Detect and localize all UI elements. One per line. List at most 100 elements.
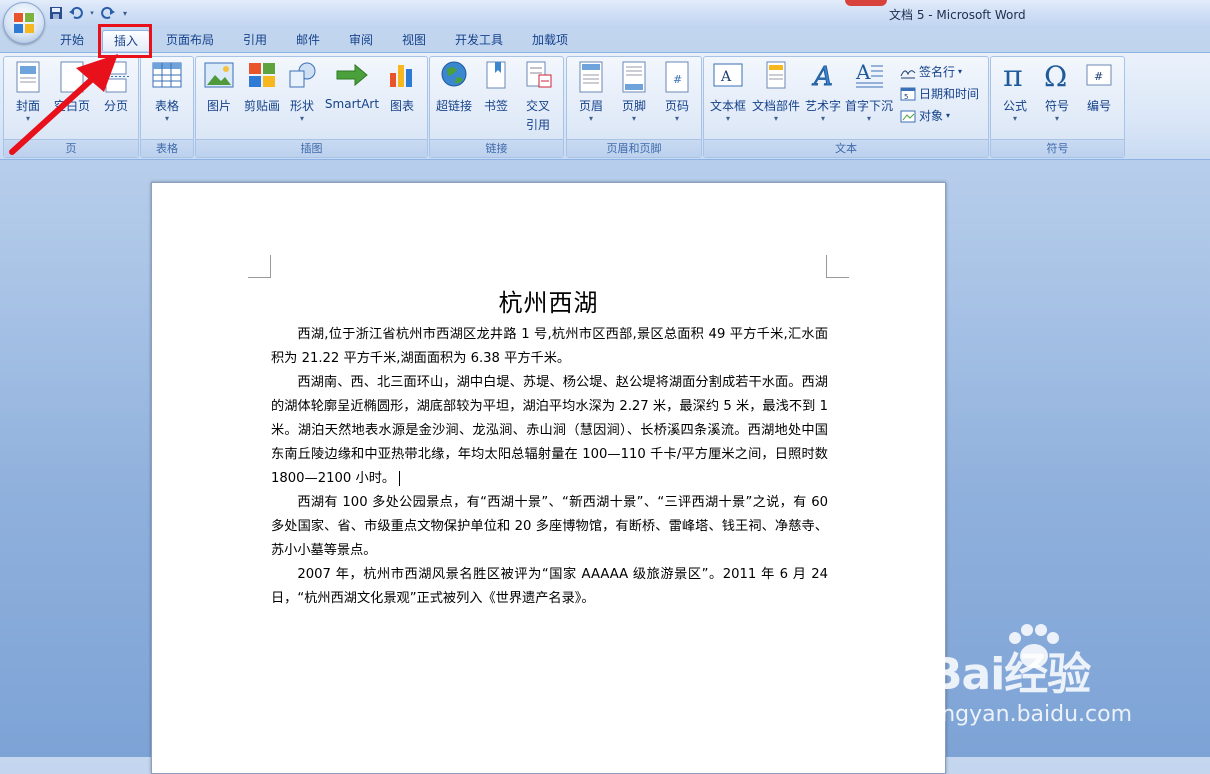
group-label-header-footer: 页眉和页脚: [567, 139, 701, 157]
dropdown-arrow-icon: ▾: [946, 111, 951, 120]
hyperlink-button[interactable]: 超链接: [434, 61, 474, 114]
svg-text:#: #: [1094, 70, 1103, 83]
paragraph[interactable]: 2007 年，杭州市西湖风景名胜区被评为“国家 AAAAA 级旅游景区”。201…: [271, 563, 828, 611]
page-number-icon: #: [665, 61, 689, 93]
date-time-button[interactable]: 5 日期和时间: [900, 85, 979, 102]
group-header-footer: 页眉 ▾ 页脚 ▾ # 页码 ▾ 页眉和页脚: [566, 56, 702, 158]
signature-line-button[interactable]: 签名行 ▾: [900, 63, 962, 80]
save-icon[interactable]: [48, 5, 64, 21]
numbering-icon: #: [1086, 64, 1112, 86]
wordart-button[interactable]: A 艺术字 ▾: [804, 61, 842, 124]
smartart-icon: [336, 63, 368, 87]
svg-text:A: A: [720, 69, 732, 85]
undo-dropdown-icon[interactable]: ▾: [88, 5, 96, 21]
numbering-button[interactable]: # 编号: [1079, 61, 1119, 114]
paragraph[interactable]: 西湖南、西、北三面环山，湖中白堤、苏堤、杨公堤、赵公堤将湖面分割成若干水面。西湖…: [271, 371, 828, 491]
drop-cap-button[interactable]: A 首字下沉 ▾: [844, 61, 894, 124]
dropdown-arrow-icon: ▾: [958, 67, 963, 76]
equation-button[interactable]: π 公式 ▾: [995, 61, 1035, 124]
wordart-icon: A: [812, 62, 834, 90]
pi-icon: π: [1003, 61, 1023, 89]
omega-icon: Ω: [1044, 61, 1067, 89]
page-number-button[interactable]: # 页码 ▾: [657, 61, 697, 124]
clip-art-button[interactable]: 剪贴画: [240, 61, 284, 114]
svg-text:π: π: [1003, 61, 1023, 89]
quick-parts-icon: [766, 61, 786, 89]
cross-reference-icon: [526, 61, 552, 88]
dropdown-arrow-icon: ▾: [164, 114, 169, 123]
margin-corner-mark: [826, 255, 849, 278]
undo-icon[interactable]: [68, 5, 84, 21]
group-label-symbols: 符号: [991, 139, 1124, 157]
paragraph[interactable]: 西湖,位于浙江省杭州市西湖区龙井路 1 号,杭州市区西部,景区总面积 49 平方…: [271, 323, 828, 371]
tab-page-layout[interactable]: 页面布局: [160, 30, 220, 50]
watermark-brand: Bai经验: [929, 649, 1091, 700]
paragraph[interactable]: 西湖有 100 多处公园景点，有“西湖十景”、“新西湖十景”、“三评西湖十景”之…: [271, 491, 828, 563]
group-illustrations: 图片 剪贴画 形状 ▾ SmartArt 图表 插图: [195, 56, 428, 158]
margin-corner-mark: [248, 255, 271, 278]
tab-addins[interactable]: 加载项: [525, 30, 575, 50]
hyperlink-globe-icon: [441, 61, 467, 87]
tab-developer[interactable]: 开发工具: [448, 30, 510, 50]
office-logo-icon: [14, 13, 34, 33]
text-cursor: [399, 470, 401, 486]
header-icon: [579, 61, 603, 93]
object-button[interactable]: 对象 ▾: [900, 107, 950, 124]
date-time-icon: 5: [900, 87, 916, 101]
text-box-button[interactable]: A 文本框 ▾: [708, 61, 748, 124]
dropdown-arrow-icon: ▾: [866, 114, 871, 123]
window-controls-hint[interactable]: [845, 0, 887, 6]
svg-text:A: A: [855, 61, 871, 84]
dropdown-arrow-icon: ▾: [674, 114, 679, 123]
dropdown-arrow-icon: ▾: [725, 114, 730, 123]
redo-icon[interactable]: [100, 5, 116, 21]
watermark-url: jingyan.baidu.com: [929, 702, 1133, 727]
window-title: 文档 5 - Microsoft Word: [889, 8, 1026, 22]
office-button[interactable]: [3, 2, 45, 44]
table-icon: [152, 62, 182, 88]
object-icon: [900, 110, 916, 122]
group-text: A 文本框 ▾ 文档部件 ▾ A 艺术字 ▾ A 首字下沉 ▾ 签名行 ▾ 5 …: [703, 56, 989, 158]
picture-icon: [204, 62, 234, 88]
clip-art-icon: [249, 63, 275, 87]
document-page[interactable]: 杭州西湖 西湖,位于浙江省杭州市西湖区龙井路 1 号,杭州市区西部,景区总面积 …: [151, 182, 946, 774]
text-box-icon: A: [713, 63, 743, 87]
signature-line-icon: [900, 69, 916, 78]
chart-button[interactable]: 图表: [384, 61, 420, 114]
title-bar: ▾ ▾ 文档 5 - Microsoft Word: [0, 0, 1210, 28]
group-label-text: 文本: [704, 139, 988, 157]
shapes-button[interactable]: 形状 ▾: [286, 61, 318, 124]
tab-references[interactable]: 引用: [235, 30, 275, 50]
group-label-links: 链接: [430, 139, 563, 157]
svg-text:Ω: Ω: [1044, 61, 1067, 89]
cross-reference-button[interactable]: 交叉 引用: [518, 61, 558, 133]
quick-access-toolbar: ▾ ▾: [48, 4, 130, 22]
dropdown-arrow-icon: ▾: [299, 114, 304, 123]
document-body[interactable]: 西湖,位于浙江省杭州市西湖区龙井路 1 号,杭州市区西部,景区总面积 49 平方…: [271, 323, 828, 611]
customize-qat-icon[interactable]: ▾: [120, 5, 130, 21]
baidu-jingyan-watermark: Bai经验 jingyan.baidu.com: [925, 622, 1155, 732]
shapes-icon: [289, 62, 316, 88]
tab-mailings[interactable]: 邮件: [288, 30, 328, 50]
ribbon: 封面 ▾ 空白页 分页 页 表格 ▾ 表格 图片 剪贴画 形状 ▾ SmartA…: [0, 52, 1210, 160]
tab-view[interactable]: 视图: [394, 30, 434, 50]
chart-icon: [390, 65, 412, 87]
header-button[interactable]: 页眉 ▾: [571, 61, 611, 124]
red-arrow-annotation: [9, 54, 118, 155]
group-label-illustrations: 插图: [196, 139, 427, 157]
document-title[interactable]: 杭州西湖: [152, 283, 945, 318]
group-links: 超链接 书签 交叉 引用 链接: [429, 56, 564, 158]
smartart-button[interactable]: SmartArt: [324, 61, 380, 111]
picture-button[interactable]: 图片: [202, 61, 236, 114]
tab-review[interactable]: 审阅: [341, 30, 381, 50]
svg-text:#: #: [673, 73, 682, 86]
table-button[interactable]: 表格 ▾: [147, 61, 187, 124]
quick-parts-button[interactable]: 文档部件 ▾: [752, 61, 800, 124]
group-symbols: π 公式 ▾ Ω 符号 ▾ # 编号 符号: [990, 56, 1125, 158]
svg-text:5: 5: [904, 93, 908, 101]
ribbon-tab-row: 开始 插入 页面布局 引用 邮件 审阅 视图 开发工具 加载项: [0, 28, 1210, 52]
symbol-button[interactable]: Ω 符号 ▾: [1037, 61, 1077, 124]
footer-button[interactable]: 页脚 ▾: [614, 61, 654, 124]
footer-icon: [622, 61, 646, 93]
bookmark-button[interactable]: 书签: [478, 61, 514, 114]
